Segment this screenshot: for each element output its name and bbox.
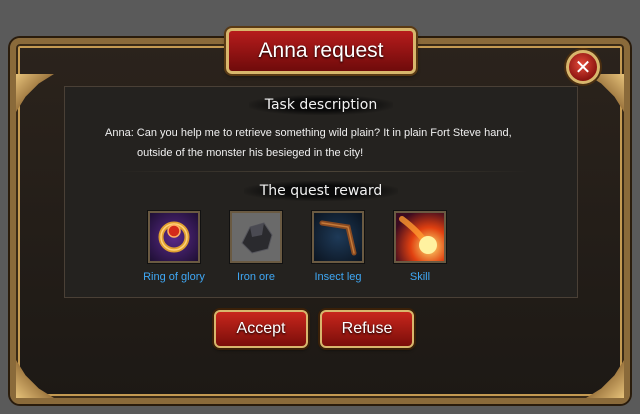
divider: [115, 171, 529, 172]
reward-name: Skill: [409, 271, 431, 283]
reward-name: Iron ore: [237, 271, 275, 283]
close-button[interactable]: ✕: [566, 50, 600, 84]
refuse-button[interactable]: Refuse: [320, 310, 414, 348]
reward-item-ring[interactable]: Ring of glory: [129, 211, 219, 283]
content-panel: Task description Anna: Can you help me t…: [64, 86, 578, 298]
ring-icon[interactable]: [148, 211, 200, 263]
reward-item-ore[interactable]: Iron ore: [211, 211, 301, 283]
reward-heading: The quest reward: [65, 181, 577, 201]
accept-button[interactable]: Accept: [214, 310, 308, 348]
reward-item-insect-leg[interactable]: Insect leg: [293, 211, 383, 283]
reward-item-skill[interactable]: Skill: [375, 211, 465, 283]
reward-name: Insect leg: [314, 271, 362, 283]
reward-name: Ring of glory: [143, 271, 205, 283]
insect-leg-icon[interactable]: [312, 211, 364, 263]
corner-ornament: [16, 360, 54, 398]
fireball-icon[interactable]: [394, 211, 446, 263]
task-description: Anna: Can you help me to retrieve someth…: [105, 123, 565, 163]
task-heading: Task description: [65, 95, 577, 115]
ore-icon[interactable]: [230, 211, 282, 263]
corner-ornament: [586, 360, 624, 398]
corner-ornament: [16, 74, 54, 112]
reward-list: Ring of glory Iron ore Insect leg Skill: [143, 211, 511, 291]
task-text-line1: Anna: Can you help me to retrieve someth…: [105, 127, 512, 139]
task-text-line2: outside of the monster his besieged in t…: [137, 147, 364, 159]
title-plate: Anna request: [226, 28, 416, 74]
close-icon: ✕: [574, 55, 592, 79]
dialog-title: Anna request: [258, 39, 384, 62]
